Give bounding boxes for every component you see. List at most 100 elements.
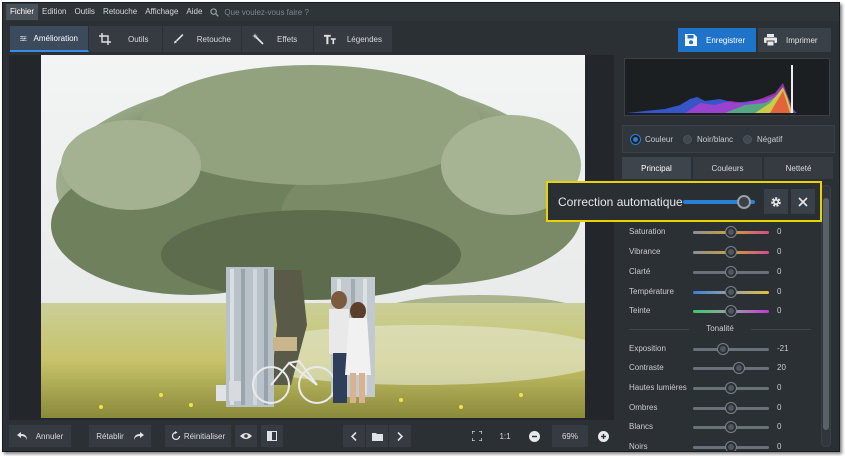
slider-knob[interactable] xyxy=(717,344,728,354)
open-folder-button[interactable] xyxy=(366,425,388,447)
slider-teinte[interactable]: Teinte 0 xyxy=(617,305,823,317)
next-image-button[interactable] xyxy=(389,425,411,447)
folder-icon xyxy=(371,432,383,441)
tab-label: Légendes xyxy=(346,34,382,44)
tab-amelioration[interactable]: Amélioration xyxy=(10,26,89,52)
slider-blancs[interactable]: Blancs 0 xyxy=(617,421,823,433)
settings-button[interactable] xyxy=(764,189,788,214)
search-placeholder: Que voulez-vous faire ? xyxy=(224,7,309,17)
slider-value: 0 xyxy=(777,306,782,315)
reset-icon xyxy=(171,431,180,441)
radio-noir-blanc[interactable]: Noir/blanc xyxy=(683,134,734,144)
menu-edition[interactable]: Edition xyxy=(38,4,70,20)
redo-button[interactable]: Rétablir xyxy=(89,425,151,447)
gear-icon xyxy=(771,196,781,207)
photo-image xyxy=(41,55,585,418)
auto-correction-knob[interactable] xyxy=(737,195,752,209)
zoom-in-button[interactable] xyxy=(593,425,613,447)
panel-scrollbar[interactable] xyxy=(821,185,831,447)
tab-outils[interactable]: Outils xyxy=(89,26,163,52)
slider-label: Noirs xyxy=(629,442,648,451)
menu-aide[interactable]: Aide xyxy=(182,4,206,20)
reset-button[interactable]: Réinitialiser xyxy=(165,425,231,447)
slider-value: 0 xyxy=(777,403,782,412)
main-toolbar: Amélioration Outils Retouche Effets Lége… xyxy=(3,23,839,55)
slider-knob[interactable] xyxy=(726,267,736,277)
slider-track[interactable] xyxy=(693,348,769,351)
slider-knob[interactable] xyxy=(726,306,736,316)
slider-label: Ombres xyxy=(629,403,658,412)
slider-exposition[interactable]: Exposition -21 xyxy=(617,343,823,355)
adjustment-tabs: Principal Couleurs Netteté xyxy=(622,157,835,179)
photo-preview[interactable] xyxy=(41,55,585,418)
slider-clarte[interactable]: Clarté 0 xyxy=(617,266,823,278)
tab-label: Retouche xyxy=(196,34,231,44)
slider-ombres[interactable]: Ombres 0 xyxy=(617,402,823,414)
radio-label: Négatif xyxy=(757,134,783,144)
menu-affichage[interactable]: Affichage xyxy=(141,4,182,20)
radio-label: Noir/blanc xyxy=(697,134,734,144)
slider-label: Température xyxy=(629,287,674,296)
radio-couleur[interactable]: Couleur xyxy=(631,134,674,144)
actual-size-button[interactable]: 1:1 xyxy=(493,425,517,447)
scrollbar-thumb[interactable] xyxy=(823,198,829,430)
save-label: Enregistrer xyxy=(706,35,746,45)
radio-label: Couleur xyxy=(645,134,674,144)
search-box[interactable]: Que voulez-vous faire ? xyxy=(210,8,309,17)
slider-knob[interactable] xyxy=(726,442,736,451)
magic-wand-icon xyxy=(252,33,264,45)
slider-knob[interactable] xyxy=(726,422,736,432)
subtab-principal[interactable]: Principal xyxy=(622,157,691,179)
color-mode-selector: Couleur Noir/blanc Négatif xyxy=(622,125,835,153)
zoom-out-button[interactable] xyxy=(524,425,544,447)
zoom-level[interactable]: 69% xyxy=(552,425,588,447)
slider-hautes-lumieres[interactable]: Hautes lumières 0 xyxy=(617,382,823,394)
slider-knob[interactable] xyxy=(726,383,736,393)
slider-knob[interactable] xyxy=(726,403,736,413)
slider-value: 0 xyxy=(777,287,782,296)
tab-label: Outils xyxy=(128,34,149,44)
undo-label: Annuler xyxy=(35,431,64,441)
save-button[interactable]: Enregistrer xyxy=(678,28,756,52)
tab-retouche[interactable]: Retouche xyxy=(163,26,242,52)
sliders-icon xyxy=(20,35,27,41)
menu-outils[interactable]: Outils xyxy=(70,4,98,20)
menu-retouche[interactable]: Retouche xyxy=(99,4,141,20)
slider-noirs[interactable]: Noirs 0 xyxy=(617,441,823,451)
subtab-nettete[interactable]: Netteté xyxy=(764,157,833,179)
slider-vibrance[interactable]: Vibrance 0 xyxy=(617,246,823,258)
slider-knob[interactable] xyxy=(726,247,736,257)
tab-legendes[interactable]: Légendes xyxy=(314,26,393,52)
slider-value: 0 xyxy=(777,267,782,276)
close-popup-button[interactable] xyxy=(791,189,815,214)
slider-value: 0 xyxy=(777,247,782,256)
chevron-right-icon xyxy=(397,431,403,441)
slider-saturation[interactable]: Saturation 0 xyxy=(617,226,823,238)
undo-button[interactable]: Annuler xyxy=(9,425,71,447)
slider-contraste[interactable]: Contraste 20 xyxy=(617,362,823,374)
radio-negatif[interactable]: Négatif xyxy=(743,134,783,144)
fit-screen-button[interactable] xyxy=(467,425,487,447)
slider-knob[interactable] xyxy=(726,287,736,297)
bottom-toolbar: Annuler Rétablir Réinitialiser 1:1 69% xyxy=(3,421,617,451)
redo-label: Rétablir xyxy=(96,431,124,441)
slider-label: Exposition xyxy=(629,344,666,353)
slider-label: Hautes lumières xyxy=(629,383,687,392)
preview-toggle[interactable] xyxy=(235,425,257,447)
tab-label: Amélioration xyxy=(33,33,78,43)
slider-track[interactable] xyxy=(693,367,769,370)
menu-fichier[interactable]: Fichier xyxy=(6,4,39,20)
slider-label: Contraste xyxy=(629,363,664,372)
subtab-couleurs[interactable]: Couleurs xyxy=(693,157,762,179)
slider-knob[interactable] xyxy=(726,227,736,237)
menu-bar: Fichier Edition Outils Retouche Affichag… xyxy=(3,3,839,21)
eye-icon xyxy=(240,433,252,439)
minus-circle-icon xyxy=(528,430,540,442)
tab-effets[interactable]: Effets xyxy=(242,26,314,52)
compare-button[interactable] xyxy=(261,425,283,447)
prev-image-button[interactable] xyxy=(343,425,365,447)
slider-value: 0 xyxy=(777,422,782,431)
slider-knob[interactable] xyxy=(733,363,744,373)
slider-temperature[interactable]: Température 0 xyxy=(617,286,823,298)
print-button[interactable]: Imprimer xyxy=(758,28,831,52)
